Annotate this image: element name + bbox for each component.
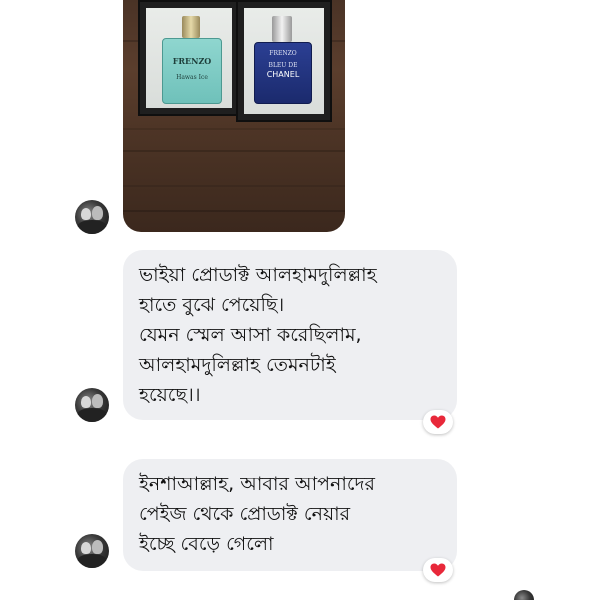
seen-indicator-avatar (514, 590, 534, 600)
message-line: ইনশাআল্লাহ, আবার আপনাদের (139, 473, 375, 495)
bottle-line1-right: BLEU DE (268, 62, 298, 69)
bottle-brand-left: FRENZO (172, 56, 212, 66)
bottle-line2-right: CHANEL (266, 70, 300, 79)
sender-avatar[interactable] (75, 200, 109, 234)
message-line: পেইজ থেকে প্রোডাক্ট নেয়ার (139, 503, 351, 525)
message-bubble-1[interactable]: ভাইয়া প্রোডাক্ট আলহামদুলিল্লাহ হাতে বুঝ… (123, 250, 457, 420)
heart-icon (430, 415, 446, 429)
perfume-bottle-left: FRENZO Hawas Ice (162, 38, 222, 104)
sender-avatar[interactable] (75, 534, 109, 568)
product-photo-message[interactable]: FRENZO Hawas Ice FRENZO BLEU DE CHANEL (123, 0, 345, 232)
perfume-box-left: FRENZO Hawas Ice (138, 0, 240, 116)
message-line: হাতে বুঝে পেয়েছি। (139, 294, 285, 316)
heart-icon (430, 563, 446, 577)
message-reaction[interactable] (423, 558, 453, 582)
message-line: আলহামদুলিল্লাহ তেমনটাই (139, 354, 336, 376)
perfume-bottle-right: FRENZO BLEU DE CHANEL (254, 42, 312, 104)
message-line: যেমন স্মেল আসা করেছিলাম, (139, 324, 362, 346)
message-reaction[interactable] (423, 410, 453, 434)
message-line: ইচ্ছে বেড়ে গেলো (139, 533, 274, 555)
sender-avatar[interactable] (75, 388, 109, 422)
bottle-name-left: Hawas Ice (176, 74, 208, 81)
message-bubble-2[interactable]: ইনশাআল্লাহ, আবার আপনাদের পেইজ থেকে প্রোড… (123, 459, 457, 571)
chat-thread: FRENZO Hawas Ice FRENZO BLEU DE CHANEL ভ… (0, 0, 600, 600)
message-line: ভাইয়া প্রোডাক্ট আলহামদুলিল্লাহ (139, 264, 377, 286)
perfume-box-right: FRENZO BLEU DE CHANEL (236, 0, 332, 122)
message-line: হয়েছে।। (139, 384, 201, 406)
bottle-brand-right: FRENZO (269, 50, 297, 57)
